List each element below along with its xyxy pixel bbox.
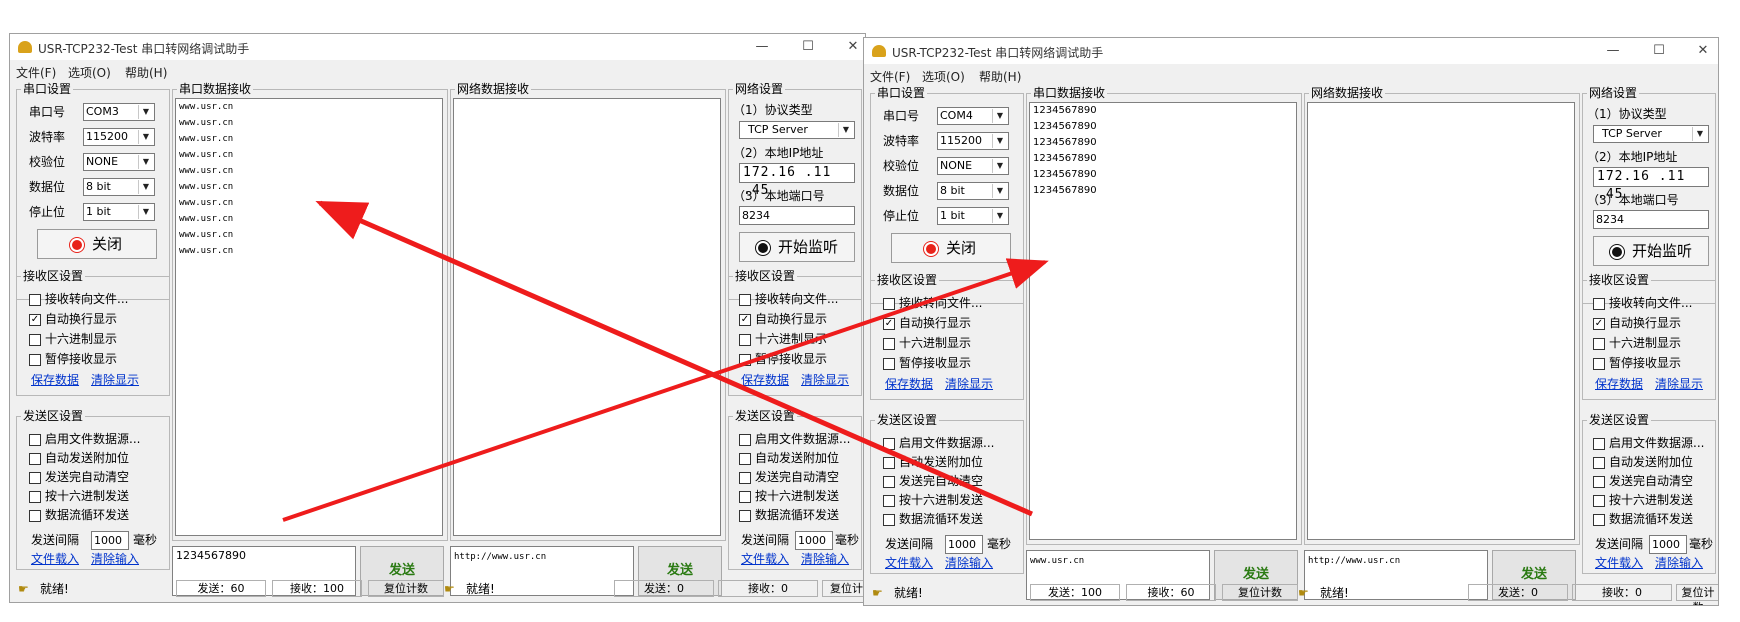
- arrow-left-to-right: [282, 258, 1049, 522]
- arrow-right-to-left: [315, 200, 1034, 517]
- annotation-arrows: [282, 200, 1049, 522]
